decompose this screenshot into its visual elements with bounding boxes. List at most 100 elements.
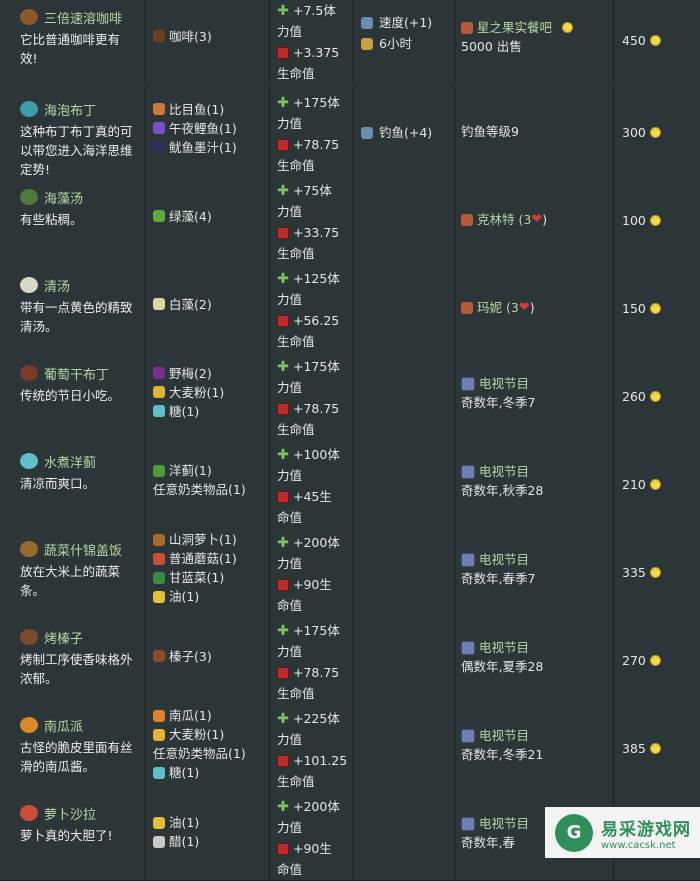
source-name-line[interactable]: 电视节目 — [461, 550, 613, 569]
stats-cell: ✚ +225体 力值 +101.25 生命值 — [270, 704, 354, 792]
source-name[interactable]: 电视节目 — [479, 374, 529, 393]
green-algae-icon — [153, 210, 165, 222]
fishing-icon — [361, 126, 373, 139]
health-icon — [277, 490, 289, 503]
ingredient-item[interactable]: 咖啡(3) — [153, 27, 269, 46]
stats-cell: ✚ +125体 力值 +56.25 生命值 — [270, 264, 354, 352]
source-name[interactable]: 玛妮 (3 — [477, 298, 519, 317]
dish-cell: 海藻汤 有些粘稠。 — [0, 176, 146, 264]
ingredient-label: 白藻(2) — [169, 296, 212, 312]
dish-name[interactable]: 蔬菜什锦盖饭 — [44, 540, 122, 559]
health-text: +78.75 — [293, 665, 340, 680]
ingredient-item[interactable]: 野梅(2) — [153, 364, 269, 383]
ingredient-item[interactable]: 山洞萝卜(1) — [153, 530, 269, 549]
buff-item: 钓鱼(+4) — [361, 122, 454, 143]
ingredient-item[interactable]: 榛子(3) — [153, 647, 269, 666]
dish-name[interactable]: 三倍速溶咖啡 — [44, 8, 122, 27]
energy-text: +100体 — [293, 447, 340, 462]
source-cell: 电视节目 偶数年,夏季28 — [455, 616, 614, 704]
source-name-line[interactable]: 电视节目 — [461, 726, 613, 745]
wild-plum-icon — [153, 367, 165, 379]
ingredient-item[interactable]: 比目鱼(1) — [153, 100, 269, 119]
source-name-line[interactable]: 电视节目 — [461, 462, 613, 481]
coffee-bean-icon — [153, 30, 165, 42]
ingredient-item[interactable]: 大麦粉(1) — [153, 725, 269, 744]
table-row: 海泡布丁 这种布丁布丁真的可 以带您进入海洋思维 定势! 比目鱼(1) 午夜鲤鱼(1)… — [0, 88, 700, 177]
stats-cell: ✚ +175体 力值 +78.75 生命值 — [270, 88, 354, 176]
oil-icon — [153, 816, 165, 829]
health-value: +90生 — [277, 574, 353, 595]
ingredient-item[interactable]: 任意奶类物品(1) — [153, 744, 269, 763]
source-name[interactable]: 电视节目 — [479, 726, 529, 745]
source-name[interactable]: 电视节目 — [479, 550, 529, 569]
ingredient-item[interactable]: 南瓜(1) — [153, 706, 269, 725]
tv-icon — [461, 376, 475, 391]
ingredient-item[interactable]: 醋(1) — [153, 832, 269, 851]
source-name[interactable]: 电视节目 — [479, 462, 529, 481]
energy-value: ✚ +75体 — [277, 180, 353, 201]
table-row: 三倍速溶咖啡 它比普通咖啡更有 效! 咖啡(3) ✚ +7.5体 力值 +3.375 生命值 速… — [0, 0, 700, 89]
ingredient-item[interactable]: 绿藻(4) — [153, 207, 269, 226]
ingredient-item[interactable]: 油(1) — [153, 587, 269, 606]
source-name[interactable]: 星之果实餐吧 — [477, 18, 552, 37]
ingredient-item[interactable]: 糖(1) — [153, 402, 269, 421]
dish-title: 水煮洋蓟 — [20, 450, 145, 472]
ingredient-item[interactable]: 油(1) — [153, 813, 269, 832]
dish-name[interactable]: 清汤 — [44, 276, 70, 295]
source-name[interactable]: 电视节目 — [479, 638, 529, 657]
table-row: 清汤 带有一点黄色的精致 清汤。 白藻(2) ✚ +125体 力值 +56.25 生命值 玛妮 … — [0, 264, 700, 353]
buffs-cell — [354, 352, 455, 440]
source-name[interactable]: 电视节目 — [479, 814, 529, 833]
stats-cell: ✚ +200体 力值 +90生 命值 — [270, 528, 354, 616]
ingredient-label: 南瓜(1) — [169, 708, 212, 723]
dish-name[interactable]: 海藻汤 — [44, 188, 83, 207]
dish-name[interactable]: 萝卜沙拉 — [44, 804, 96, 823]
dish-name[interactable]: 葡萄干布丁 — [44, 364, 109, 383]
dish-cell: 烤榛子 烤制工序使香味格外 浓郁。 — [0, 616, 146, 704]
stats-cell: ✚ +175体 力值 +78.75 生命值 — [270, 616, 354, 704]
ingredient-item[interactable]: 白藻(2) — [153, 295, 269, 314]
dish-name[interactable]: 海泡布丁 — [44, 100, 96, 119]
dish-title: 葡萄干布丁 — [20, 362, 145, 384]
ingredient-label: 甘蓝菜(1) — [169, 570, 225, 585]
price-text: 100 — [622, 212, 646, 228]
stats-cell: ✚ +200体 力值 +90生 命值 — [270, 792, 354, 880]
table-row: 水煮洋蓟 清凉而爽口。 洋蓟(1) 任意奶类物品(1) ✚ +100体 力值 +45生 命值 电视… — [0, 440, 700, 529]
ingredient-item[interactable]: 午夜鲤鱼(1) — [153, 119, 269, 138]
source-name[interactable]: 克林特 (3 — [477, 210, 531, 229]
ingredient-item[interactable]: 甘蓝菜(1) — [153, 568, 269, 587]
ingredient-item[interactable]: 糖(1) — [153, 763, 269, 782]
dish-name[interactable]: 烤榛子 — [44, 628, 83, 647]
source-name-line[interactable]: 玛妮 (3 ❤) — [461, 298, 613, 317]
radish-salad-icon2 — [20, 805, 38, 821]
ingredient-item[interactable]: 任意奶类物品(1) — [153, 480, 269, 499]
seaweed-soup-icon — [20, 189, 38, 205]
source-name-line[interactable]: 电视节目 — [461, 374, 613, 393]
merchant-icon — [461, 21, 473, 34]
source-name-line[interactable]: 星之果实餐吧 — [461, 18, 613, 37]
dish-name[interactable]: 水煮洋蓟 — [44, 452, 96, 471]
source-name-line[interactable]: 电视节目 — [461, 638, 613, 657]
dish-title: 三倍速溶咖啡 — [20, 6, 145, 28]
health-value: +78.75 — [277, 134, 353, 155]
coin-icon — [649, 390, 661, 402]
energy-icon: ✚ — [277, 2, 289, 19]
source-cell: 克林特 (3 ❤) — [455, 176, 614, 264]
table-row: 南瓜派 古怪的脆皮里面有丝 滑的南瓜酱。 南瓜(1) 大麦粉(1) 任意奶类物品(1) 糖… — [0, 704, 700, 793]
sell-price: 300 — [618, 88, 700, 176]
ingredient-item[interactable]: 洋蓟(1) — [153, 461, 269, 480]
buffs-cell — [354, 440, 455, 528]
dish-title: 烤榛子 — [20, 626, 145, 648]
pale-broth-icon — [20, 277, 38, 293]
price-text: 300 — [622, 124, 646, 140]
energy-text: +75体 — [293, 183, 332, 198]
dish-name[interactable]: 南瓜派 — [44, 716, 83, 735]
sell-price: 335 — [618, 528, 700, 616]
source-detail: 钓鱼等级9 — [461, 122, 613, 141]
speed-icon — [361, 16, 373, 29]
ingredient-item[interactable]: 普通蘑菇(1) — [153, 549, 269, 568]
ingredient-item[interactable]: 大麦粉(1) — [153, 383, 269, 402]
source-name-line[interactable]: 克林特 (3 ❤) — [461, 210, 613, 229]
ingredients-cell: 咖啡(3) — [146, 0, 270, 84]
ingredient-item[interactable]: 鱿鱼墨汁(1) — [153, 138, 269, 157]
